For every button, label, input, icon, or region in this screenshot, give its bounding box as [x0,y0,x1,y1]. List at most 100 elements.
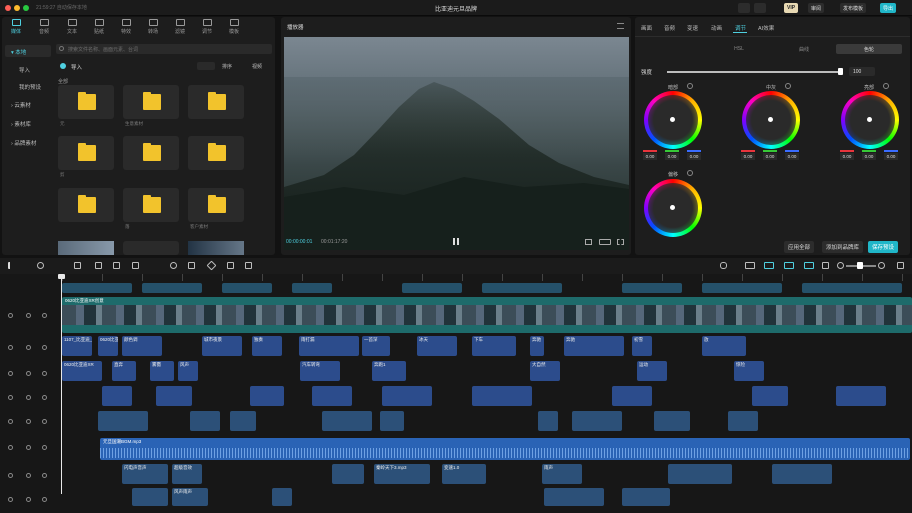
clip[interactable] [728,411,758,431]
subtab-color-wheel[interactable]: 色轮 [836,44,902,54]
clip[interactable] [272,488,292,506]
blue-value[interactable]: 0.00 [687,153,701,160]
red-value[interactable]: 0.00 [643,153,657,160]
eye-icon[interactable] [26,419,31,424]
music-track[interactable]: 元旦国潮BGM.mp3 [100,438,910,460]
tab-adjust[interactable]: 调节 [195,19,219,35]
blue-value[interactable]: 0.00 [785,153,799,160]
lock-icon[interactable] [8,473,13,478]
clip[interactable]: 雨打漏 [299,336,359,356]
ratio-icon[interactable] [599,239,611,245]
clip[interactable] [668,464,732,484]
lock-icon[interactable] [8,345,13,350]
folder-item[interactable] [188,136,244,170]
tab-picture[interactable]: 画面 [641,24,652,32]
clip[interactable]: 冰天 [417,336,457,356]
clip[interactable] [380,411,404,431]
clip[interactable]: 0620比亚迪XR [62,361,102,381]
sidebar-item-library[interactable]: › 素材库 [5,117,51,129]
red-value[interactable]: 0.00 [840,153,854,160]
red-value[interactable]: 0.00 [741,153,755,160]
clip[interactable] [98,411,148,431]
review-button[interactable]: 审阅 [808,3,825,13]
reset-icon[interactable] [687,83,693,89]
microphone-icon[interactable] [720,262,727,269]
clip[interactable]: 1107_比亚迪_0 [62,336,92,356]
sort-button[interactable]: 排序 [222,63,232,70]
lock-icon[interactable] [8,371,13,376]
clip[interactable] [382,386,432,406]
clip[interactable] [322,411,372,431]
blue-value[interactable]: 0.00 [884,153,898,160]
clip[interactable]: 雾霭 [150,361,174,381]
filter-dropdown[interactable]: 视频 [252,63,262,70]
folder-item[interactable] [188,188,244,222]
eye-icon[interactable] [26,345,31,350]
green-value[interactable]: 0.00 [862,153,876,160]
time-ruler[interactable] [62,274,912,281]
all-filter[interactable]: 全部 [58,78,68,85]
tab-speed[interactable]: 变速 [687,24,698,32]
offset-color-wheel[interactable] [644,179,702,237]
layout-icon[interactable] [738,3,750,13]
clip[interactable]: 闪电声音声 [122,464,168,484]
clip[interactable]: 超级音效 [172,464,202,484]
clip[interactable] [702,283,782,293]
folder-item[interactable] [123,136,179,170]
clip[interactable] [62,283,132,293]
video-thumbnail[interactable] [188,241,244,255]
wheel-handle[interactable] [867,117,872,122]
clip[interactable] [538,411,558,431]
midtones-color-wheel[interactable] [742,91,800,149]
clip[interactable]: 风声雨声 [172,488,208,506]
speaker-icon[interactable] [42,445,47,450]
tab-template[interactable]: 模板 [222,19,246,35]
clip[interactable]: 一首深 [362,336,390,356]
clip[interactable] [292,283,332,293]
clip[interactable]: 奔驰 [564,336,624,356]
speaker-icon[interactable] [42,395,47,400]
tab-audio-settings[interactable]: 音频 [664,24,675,32]
eye-icon[interactable] [26,313,31,318]
menu-icon[interactable] [617,23,624,29]
sidebar-item-cloud[interactable]: › 云素材 [5,98,51,110]
clip[interactable]: 风声 [178,361,198,381]
clip[interactable]: 大自然 [530,361,560,381]
clip[interactable] [572,411,622,431]
import-button[interactable]: 导入 [71,63,82,71]
speaker-icon[interactable] [42,313,47,318]
tab-text[interactable]: 文本 [60,19,84,35]
wheel-handle[interactable] [670,205,675,210]
eye-icon[interactable] [26,473,31,478]
vip-badge[interactable]: VIP [784,3,799,13]
green-value[interactable]: 0.00 [665,153,679,160]
clip[interactable] [622,488,670,506]
clip[interactable] [230,411,256,431]
clip[interactable]: 独奏 [252,336,282,356]
subtab-basic[interactable] [641,44,707,54]
folder-item[interactable] [58,136,114,170]
shortcuts-icon[interactable] [754,3,766,13]
zoom-slider-handle[interactable] [857,262,863,269]
playhead-handle[interactable] [58,274,65,279]
rotate-icon[interactable] [206,260,217,271]
link-icon[interactable] [745,262,755,269]
reset-icon[interactable] [687,170,693,176]
shadows-color-wheel[interactable] [644,91,702,149]
subtab-hsl[interactable]: HSL [706,44,772,54]
clip[interactable] [102,386,132,406]
tab-audio[interactable]: 音频 [32,19,56,35]
clip[interactable] [132,488,168,506]
clip[interactable]: 颜色调 [122,336,162,356]
mirror-icon[interactable] [188,262,195,269]
folder-item[interactable] [123,85,179,119]
strength-input[interactable]: 100 [849,67,875,76]
clip[interactable] [836,386,886,406]
clip[interactable]: 变速1.0 [442,464,486,484]
folder-item[interactable] [58,85,114,119]
main-video-track[interactable]: 0620比亚迪XR创意 [62,297,912,333]
clip[interactable] [482,283,562,293]
clip[interactable]: 汽车转弯 [300,361,340,381]
clip[interactable]: 城市夜景 [202,336,242,356]
clip[interactable]: 0620比亚迪XR [98,336,118,356]
